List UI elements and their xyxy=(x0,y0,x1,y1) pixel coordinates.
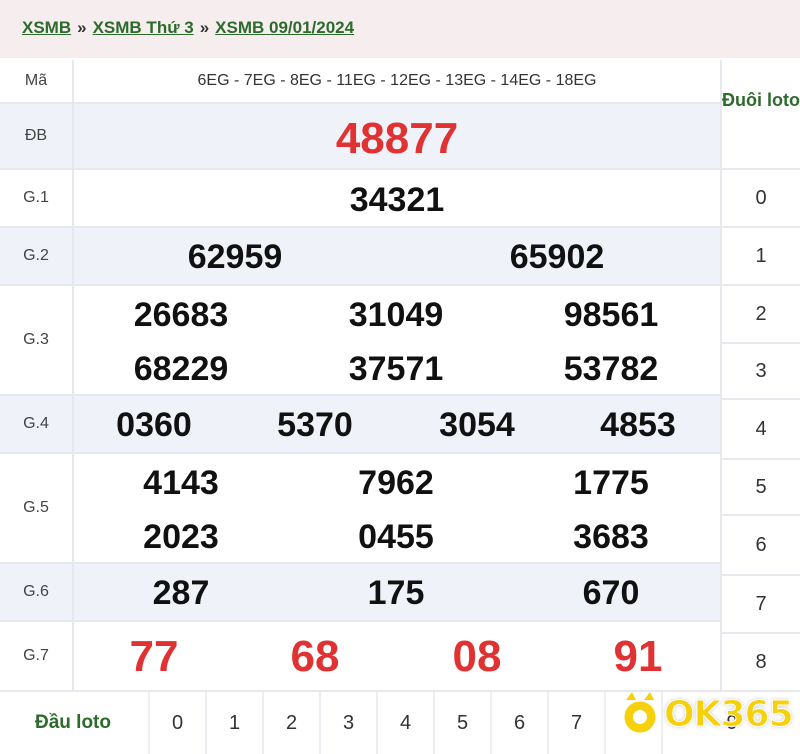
code-label: Mã xyxy=(0,60,74,102)
code-row: Mã 6EG - 7EG - 8EG - 11EG - 12EG - 13EG … xyxy=(0,60,720,104)
prize-row-g2: G.2 62959 65902 xyxy=(0,228,720,286)
prize-number: 31049 xyxy=(348,296,444,334)
prize-number: 68229 xyxy=(133,350,229,388)
prize-number: 65902 xyxy=(509,238,605,276)
prize-row-special: ĐB 48877 xyxy=(0,104,720,170)
prize-number: 2023 xyxy=(143,518,219,556)
prize-number: 0360 xyxy=(116,406,192,444)
prize-row-g5: G.5 4143 7962 1775 2023 0455 3683 xyxy=(0,454,720,564)
prize-number: 670 xyxy=(582,574,640,612)
prize-number: 3683 xyxy=(573,518,649,556)
duoi-loto-cell[interactable]: 5 xyxy=(722,460,800,516)
breadcrumb: XSMB » XSMB Thứ 3 » XSMB 09/01/2024 xyxy=(0,0,800,58)
dau-loto-cell[interactable]: 1 xyxy=(205,692,262,754)
ok365-logo: OK365 xyxy=(612,686,800,746)
prize-number: 1775 xyxy=(573,464,649,502)
duoi-loto-cell[interactable]: 1 xyxy=(722,228,800,286)
prize-number: 3054 xyxy=(439,406,515,444)
prize-number: 4143 xyxy=(143,464,219,502)
special-prize-number: 48877 xyxy=(335,114,459,163)
dau-loto-cell[interactable]: 3 xyxy=(319,692,376,754)
prize-number: 53782 xyxy=(563,350,659,388)
prize-number: 77 xyxy=(129,632,179,681)
prize-row-g6: G.6 287 175 670 xyxy=(0,564,720,622)
prize-number: 4853 xyxy=(600,406,676,444)
breadcrumb-link-xsmb-thu-3[interactable]: XSMB Thứ 3 xyxy=(93,18,194,37)
duoi-loto-cell[interactable]: 3 xyxy=(722,344,800,400)
duoi-loto-cell[interactable]: 0 xyxy=(722,170,800,228)
prize-number: 08 xyxy=(452,632,502,681)
dau-loto-cell[interactable]: 6 xyxy=(490,692,547,754)
duoi-loto-cell[interactable]: 7 xyxy=(722,576,800,634)
code-value: 6EG - 7EG - 8EG - 11EG - 12EG - 13EG - 1… xyxy=(197,72,597,89)
prize-label: G.5 xyxy=(0,454,74,562)
dau-loto-cell[interactable]: 5 xyxy=(433,692,490,754)
prize-number: 37571 xyxy=(348,350,444,388)
prize-label: G.7 xyxy=(0,622,74,690)
prize-number: 175 xyxy=(367,574,425,612)
breadcrumb-link-xsmb[interactable]: XSMB xyxy=(22,18,71,37)
breadcrumb-separator: » xyxy=(199,18,210,37)
prize-number: 34321 xyxy=(349,181,445,219)
prize-label: G.1 xyxy=(0,170,74,226)
prize-number: 0455 xyxy=(358,518,434,556)
duoi-loto-cell[interactable]: 8 xyxy=(722,634,800,690)
dau-loto-cell[interactable]: 2 xyxy=(262,692,319,754)
breadcrumb-separator: » xyxy=(77,18,87,37)
prize-number: 91 xyxy=(613,632,663,681)
prize-number: 98561 xyxy=(563,296,659,334)
dau-loto-cell[interactable]: 0 xyxy=(148,692,205,754)
prize-label: G.3 xyxy=(0,286,74,394)
duoi-loto-cell[interactable]: 2 xyxy=(722,286,800,344)
prize-row-g3: G.3 26683 31049 98561 68229 37571 53782 xyxy=(0,286,720,396)
prize-label: G.6 xyxy=(0,564,74,620)
duoi-loto-header: Đuôi loto xyxy=(722,60,800,170)
prize-number: 68 xyxy=(290,632,340,681)
prize-number: 26683 xyxy=(133,296,229,334)
breadcrumb-link-xsmb-date[interactable]: XSMB 09/01/2024 xyxy=(215,18,354,37)
prize-number: 287 xyxy=(152,574,210,612)
duoi-loto-column: Đuôi loto 0 1 2 3 4 5 6 7 8 xyxy=(720,60,800,690)
coin-icon xyxy=(621,692,659,736)
dau-loto-cell[interactable]: 7 xyxy=(547,692,604,754)
prize-label: G.2 xyxy=(0,228,74,284)
prize-row-g7: G.7 77 68 08 91 xyxy=(0,622,720,690)
duoi-loto-cell[interactable]: 6 xyxy=(722,516,800,576)
dau-loto-label: Đầu loto xyxy=(35,712,111,733)
logo-text: OK365 xyxy=(664,694,795,736)
results-table: Mã 6EG - 7EG - 8EG - 11EG - 12EG - 13EG … xyxy=(0,60,720,690)
prize-row-g1: G.1 34321 xyxy=(0,170,720,228)
prize-number: 5370 xyxy=(277,406,353,444)
prize-label: ĐB xyxy=(0,104,74,168)
dau-loto-cell[interactable]: 4 xyxy=(376,692,433,754)
prize-number: 62959 xyxy=(187,238,283,276)
prize-number: 7962 xyxy=(358,464,434,502)
prize-label: G.4 xyxy=(0,396,74,452)
duoi-loto-cell[interactable]: 4 xyxy=(722,400,800,460)
prize-row-g4: G.4 0360 5370 3054 4853 xyxy=(0,396,720,454)
